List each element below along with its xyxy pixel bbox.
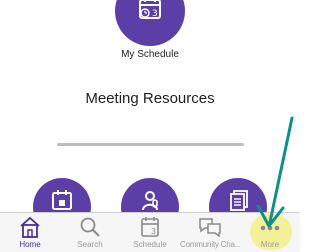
svg-text:3: 3 (151, 227, 156, 236)
tab-label-schedule: Schedule (133, 240, 167, 249)
tab-label-home: Home (19, 240, 41, 249)
tab-home[interactable]: Home (0, 212, 60, 252)
tab-search[interactable]: Search (60, 212, 120, 252)
tab-label-search: Search (77, 240, 103, 249)
tab-community-chat[interactable]: Community Cha... (180, 212, 240, 252)
section-divider (57, 143, 244, 146)
home-icon (0, 215, 60, 239)
tab-label-more: More (260, 240, 280, 249)
more-dots-icon (240, 215, 300, 239)
my-schedule-button[interactable]: 3 (115, 0, 185, 46)
calendar-clock-icon: 3 (135, 0, 165, 29)
section-title: Meeting Resources (85, 90, 215, 107)
chat-bubbles-icon (180, 215, 240, 239)
calendar-icon: 3 (120, 215, 180, 239)
tab-schedule[interactable]: 3 Schedule (120, 212, 180, 252)
svg-text:3: 3 (152, 9, 158, 19)
my-schedule-label[interactable]: My Schedule (85, 49, 215, 60)
tab-label-community-chat: Community Cha... (180, 240, 240, 249)
app-screen: 3 My Schedule Meeting Resources Home Sea… (0, 0, 300, 252)
tab-more[interactable]: More (240, 212, 300, 252)
magnifier-icon (60, 215, 120, 239)
